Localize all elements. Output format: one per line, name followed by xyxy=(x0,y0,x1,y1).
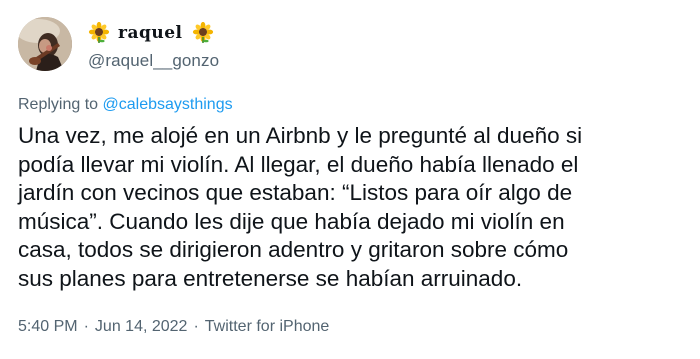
avatar-photo xyxy=(18,17,72,71)
tweet-text-line: sus planes para entretenerse se habían a… xyxy=(18,265,523,291)
reply-prefix: Replying to xyxy=(18,96,103,113)
tweet-text-line: jardín con vecinos que estaban: “Listos … xyxy=(18,180,573,206)
avatar[interactable] xyxy=(18,17,72,71)
author-block: raquel @raquel__gonzo xyxy=(88,20,488,71)
tweet-text-line: casa, todos se dirigieron adentro y grit… xyxy=(18,237,569,263)
tweet-date[interactable]: Jun 14, 2022 xyxy=(95,318,188,336)
tweet-card: raquel @raquel__gonzo Replying to @caleb… xyxy=(0,0,700,359)
tweet-text: Una vez, me alojé en un Airbnb y le preg… xyxy=(18,122,688,294)
tweet-source: Twitter for iPhone xyxy=(204,318,330,335)
meta-separator: · xyxy=(193,318,199,335)
reply-to-link[interactable]: @calebsaysthings xyxy=(103,96,233,113)
author-handle[interactable]: @raquel__gonzo xyxy=(88,51,488,71)
tweet-metadata: 5:40 PM · Jun 14, 2022 · Twitter for iPh… xyxy=(18,318,329,336)
tweet-time[interactable]: 5:40 PM xyxy=(18,318,78,336)
display-name[interactable]: raquel xyxy=(118,23,183,43)
sunflower-icon xyxy=(88,22,110,43)
tweet-text-line: Una vez, me alojé en un Airbnb y le preg… xyxy=(18,123,583,148)
tweet-text-line: podía llevar mi violín. Al llegar, el du… xyxy=(18,151,579,177)
reply-context: Replying to @calebsaysthings xyxy=(18,96,233,114)
tweet-text-line: música”. Cuando les dije que había dejad… xyxy=(18,208,565,234)
name-row[interactable]: raquel xyxy=(88,20,488,46)
meta-separator: · xyxy=(83,318,89,335)
sunflower-icon xyxy=(192,22,213,43)
